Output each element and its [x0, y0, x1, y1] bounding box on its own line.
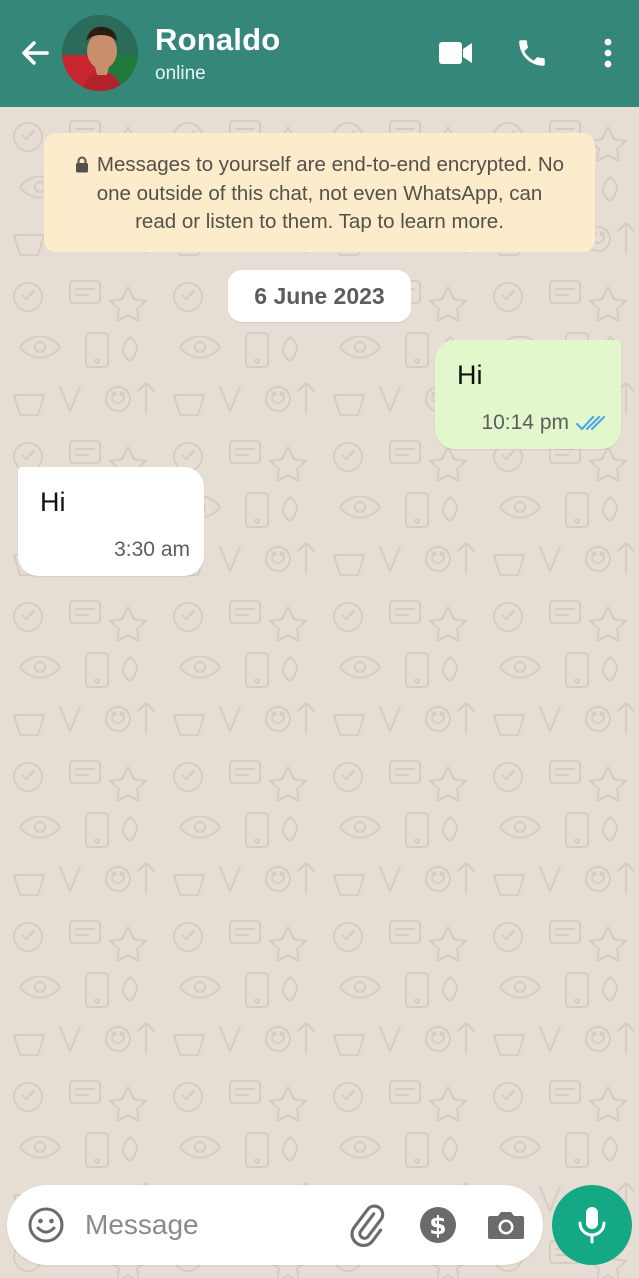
read-receipt-icon	[575, 415, 606, 431]
voice-call-icon	[519, 40, 545, 66]
date-divider: 6 June 2023	[228, 270, 411, 322]
outgoing-message-bubble[interactable]: Hi 10:14 pm	[435, 340, 621, 449]
payment-icon: $	[420, 1207, 456, 1243]
camera-button[interactable]	[484, 1203, 528, 1247]
emoji-button[interactable]	[25, 1204, 67, 1246]
payment-button[interactable]: $	[416, 1203, 460, 1247]
lock-icon	[75, 156, 88, 173]
voice-call-button[interactable]	[509, 30, 555, 76]
chat-screen: Ronaldo online Messages to yourself are …	[0, 0, 639, 1278]
message-meta: 3:30 am	[114, 538, 190, 562]
video-call-icon	[439, 42, 472, 64]
avatar-photo	[62, 15, 138, 91]
attach-icon	[350, 1204, 385, 1247]
message-meta: 10:14 pm	[481, 411, 607, 435]
avatar[interactable]	[62, 15, 138, 91]
contact-status: online	[155, 63, 206, 84]
message-composer: $	[7, 1185, 543, 1265]
voice-message-button[interactable]	[552, 1185, 632, 1265]
message-text: Hi	[457, 360, 483, 390]
more-options-button[interactable]	[585, 30, 631, 76]
mic-icon	[578, 1207, 606, 1244]
svg-text:$: $	[429, 1211, 446, 1240]
message-input[interactable]	[85, 1203, 335, 1247]
back-arrow-icon	[22, 41, 49, 65]
contact-name[interactable]: Ronaldo	[155, 22, 280, 58]
more-options-icon	[604, 38, 612, 68]
incoming-message-bubble[interactable]: Hi 3:30 am	[18, 467, 204, 576]
camera-icon	[488, 1212, 524, 1239]
encryption-notice[interactable]: Messages to yourself are end-to-end encr…	[44, 133, 595, 252]
video-call-button[interactable]	[433, 30, 479, 76]
message-time: 10:14 pm	[481, 411, 569, 434]
message-text: Hi	[40, 487, 66, 517]
back-button[interactable]	[14, 32, 56, 74]
message-time: 3:30 am	[114, 538, 190, 561]
attach-button[interactable]	[345, 1203, 389, 1247]
emoji-icon	[28, 1207, 64, 1243]
chat-header: Ronaldo online	[0, 0, 639, 107]
encryption-notice-text: Messages to yourself are end-to-end encr…	[96, 153, 565, 233]
